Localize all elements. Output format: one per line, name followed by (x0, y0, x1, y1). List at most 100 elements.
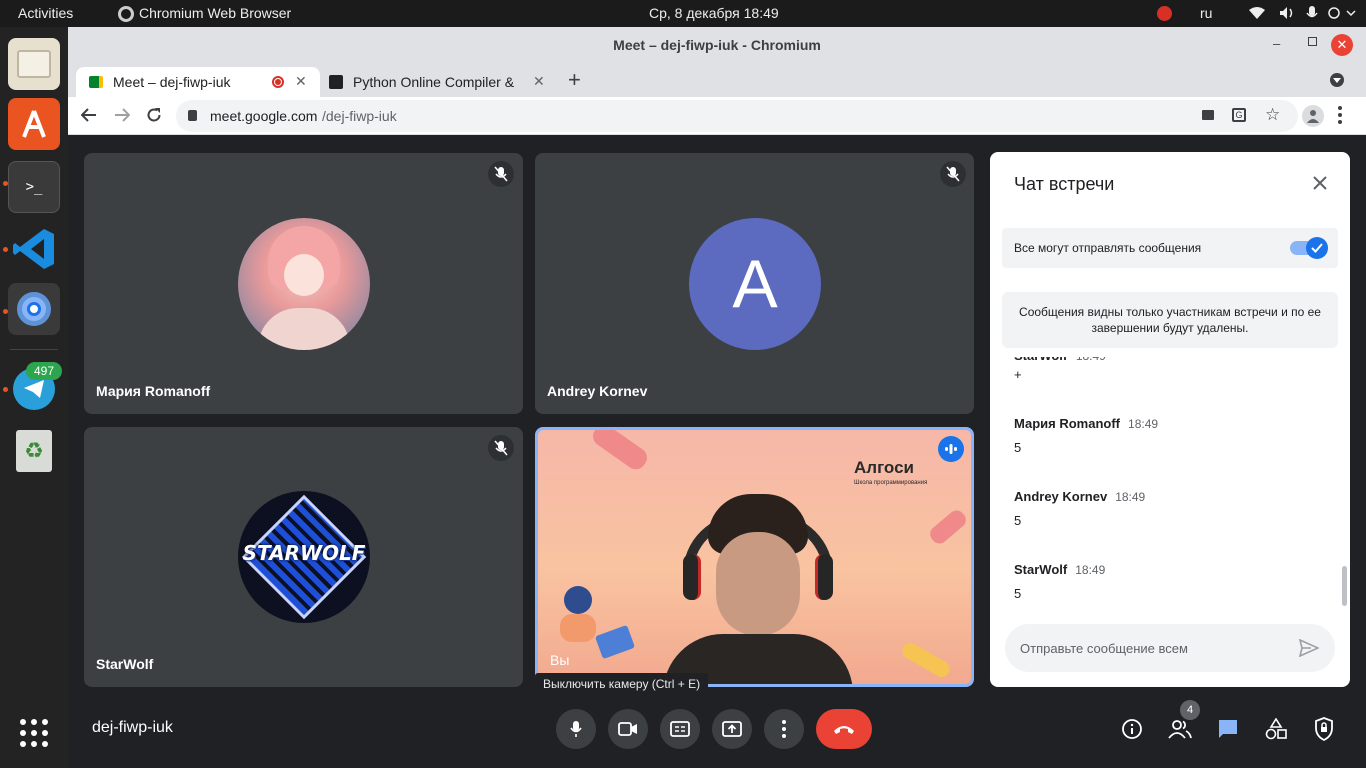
window-titlebar: Meet – dej-fiwp-iuk - Chromium – ✕ (68, 27, 1366, 63)
url-path: /dej-fiwp-iuk (322, 108, 397, 124)
tab-strip: Meet – dej-fiwp-iuk ✕ Python Online Comp… (68, 63, 1366, 97)
ubuntu-dock: >_ 497 ♻ (0, 27, 68, 768)
host-controls-icon[interactable] (1306, 711, 1342, 747)
vscode-icon[interactable] (8, 223, 60, 275)
camera-tooltip: Выключить камеру (Ctrl + E) (535, 673, 709, 695)
new-tab-button[interactable]: + (568, 67, 581, 93)
chat-scrollbar[interactable] (1342, 566, 1347, 606)
meet-stage: Мария Romanoff A Andrey Kornev STARWOLF … (68, 136, 1366, 768)
system-top-bar: Activities Chromium Web Browser Ср, 8 де… (0, 0, 1366, 27)
keyboard-layout[interactable]: ru (1200, 5, 1212, 21)
tab-meet[interactable]: Meet – dej-fiwp-iuk ✕ (76, 67, 320, 97)
active-app-name[interactable]: Chromium Web Browser (139, 5, 291, 21)
chat-time: 18:49 (1075, 563, 1106, 577)
chat-sender: StarWolf (1014, 562, 1068, 577)
recording-indicator-icon[interactable] (1157, 6, 1172, 21)
participant-name: Andrey Kornev (547, 383, 648, 399)
chat-icon[interactable] (1210, 711, 1246, 747)
clock[interactable]: Ср, 8 декабря 18:49 (649, 5, 779, 21)
participant-avatar: A (689, 218, 821, 350)
decor-cartoon (564, 586, 592, 614)
present-screen-button[interactable] (712, 709, 752, 749)
close-tab-icon[interactable]: ✕ (533, 73, 545, 90)
lock-icon[interactable] (188, 110, 197, 121)
chromium-app-icon (118, 6, 134, 22)
tab-search-icon[interactable] (1330, 73, 1344, 87)
close-chat-icon[interactable] (1312, 175, 1328, 196)
chromium-dock-icon[interactable] (8, 283, 60, 335)
chat-message-text: 5 (1014, 586, 1022, 601)
profile-avatar-icon[interactable] (1302, 105, 1324, 127)
muted-mic-icon (488, 435, 514, 461)
participant-name: StarWolf (96, 656, 154, 672)
participant-tile[interactable]: STARWOLF StarWolf (84, 427, 523, 687)
camera-button[interactable] (608, 709, 648, 749)
translate-icon[interactable]: G (1232, 108, 1246, 122)
meet-favicon-icon (89, 76, 103, 88)
activities-shapes-icon[interactable] (1258, 711, 1294, 747)
self-video-tile[interactable]: Алгоси Школа программирования Вы (535, 427, 974, 687)
back-button[interactable] (80, 107, 97, 128)
window-title: Meet – dej-fiwp-iuk - Chromium (613, 37, 821, 53)
camera-person (663, 494, 853, 684)
browser-window: Meet – dej-fiwp-iuk - Chromium – ✕ Meet … (68, 27, 1366, 768)
power-menu-icon[interactable] (1327, 6, 1357, 23)
end-call-button[interactable] (816, 709, 872, 749)
volume-icon[interactable] (1279, 6, 1295, 23)
tab-python-compiler[interactable]: Python Online Compiler & ✕ (322, 67, 562, 97)
decor-cartoon (560, 614, 596, 642)
show-applications-icon[interactable] (8, 707, 60, 759)
participant-avatar: STARWOLF (238, 491, 370, 623)
participant-name: Мария Romanoff (96, 383, 211, 399)
more-options-button[interactable] (764, 709, 804, 749)
dock-separator (10, 349, 58, 350)
chat-permission-label: Все могут отправлять сообщения (1014, 241, 1202, 255)
chat-message-text: 5 (1014, 440, 1022, 455)
participant-tile[interactable]: Мария Romanoff (84, 153, 523, 414)
software-store-icon[interactable] (8, 98, 60, 150)
close-tab-icon[interactable]: ✕ (295, 73, 307, 90)
terminal-icon[interactable]: >_ (8, 161, 60, 213)
participant-name: Вы (550, 652, 570, 668)
microphone-button[interactable] (556, 709, 596, 749)
microphone-icon[interactable] (1306, 6, 1318, 24)
chat-message-list: StarWolf 18:49 + Мария Romanoff 18:49 5 A… (1014, 357, 1326, 637)
forward-button[interactable] (114, 107, 131, 128)
bookmark-star-icon[interactable]: ☆ (1265, 105, 1280, 125)
maximize-button[interactable] (1308, 37, 1317, 46)
decor-shape (899, 640, 953, 680)
chat-input[interactable]: Отправьте сообщение всем (1005, 624, 1335, 672)
chat-sender: Andrey Kornev (1014, 489, 1108, 504)
browser-toolbar: meet.google.com /dej-fiwp-iuk G ☆ (68, 97, 1366, 135)
url-host: meet.google.com (210, 108, 318, 124)
meeting-details-icon[interactable] (1114, 711, 1150, 747)
tab-label: Meet – dej-fiwp-iuk (113, 74, 231, 90)
address-bar[interactable]: meet.google.com /dej-fiwp-iuk G ☆ (176, 100, 1298, 132)
browser-menu-icon[interactable] (1338, 106, 1342, 129)
toggle-check-icon (1306, 237, 1328, 259)
muted-mic-icon (940, 161, 966, 187)
chat-message: Andrey Kornev 18:49 5 (1014, 488, 1326, 528)
participant-avatar (238, 218, 370, 350)
speaking-indicator-icon (938, 436, 964, 462)
participant-tile[interactable]: A Andrey Kornev (535, 153, 974, 414)
decor-cartoon (594, 624, 636, 660)
chat-time: 18:49 (1115, 490, 1146, 504)
captions-button[interactable] (660, 709, 700, 749)
compiler-favicon-icon (329, 75, 343, 89)
trash-icon[interactable]: ♻ (8, 425, 60, 477)
files-icon[interactable] (8, 38, 60, 90)
chat-title: Чат встречи (1014, 174, 1115, 194)
wifi-icon[interactable] (1248, 6, 1266, 23)
meeting-code: dej-fiwp-iuk (92, 719, 173, 736)
send-message-icon[interactable] (1298, 638, 1320, 662)
activities-button[interactable]: Activities (18, 5, 73, 21)
camera-in-use-icon[interactable] (1202, 110, 1214, 120)
chat-message: Мария Romanoff 18:49 5 (1014, 415, 1326, 455)
close-window-button[interactable]: ✕ (1331, 34, 1353, 56)
minimize-button[interactable]: – (1273, 36, 1280, 51)
reload-button[interactable] (146, 107, 162, 128)
chat-notice: Сообщения видны только участникам встреч… (1002, 292, 1338, 348)
avatar-logo-text: STARWOLF (242, 541, 366, 565)
chat-message-text: 5 (1014, 513, 1022, 528)
